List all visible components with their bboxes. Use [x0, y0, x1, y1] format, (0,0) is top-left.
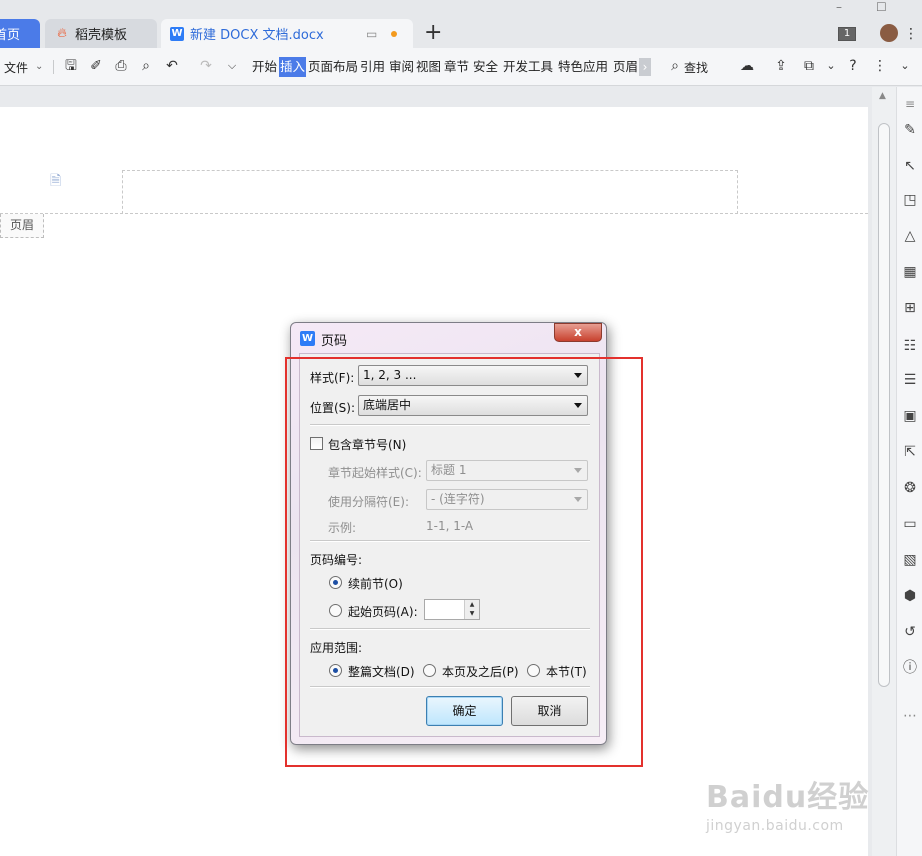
shapes-icon[interactable]: ◳	[901, 191, 919, 209]
tab-bar: 首页 🔥︎ 稻壳模板 W 新建 DOCX 文档.docx ▭ + – ☐ 1 ⋮	[0, 0, 922, 48]
tab-developer[interactable]: 开发工具	[503, 57, 553, 77]
history-icon[interactable]: ↺	[901, 623, 919, 641]
tab-special-apps[interactable]: 特色应用	[558, 57, 608, 77]
unsaved-dot-icon	[391, 31, 397, 37]
tab-template-label: 稻壳模板	[75, 28, 128, 43]
header-divider	[0, 213, 868, 214]
highlight-annotation	[285, 357, 643, 767]
text-style-icon[interactable]: △	[901, 227, 919, 245]
tab-review[interactable]: 审阅	[389, 57, 414, 77]
tab-template[interactable]: 🔥︎ 稻壳模板	[45, 19, 157, 48]
collapse-ribbon-icon[interactable]: ⌄	[897, 58, 913, 74]
more-icon[interactable]: ⋯	[901, 707, 919, 725]
sidebar-menu-icon[interactable]: ≡	[901, 95, 919, 113]
docer-flame-icon: 🔥︎	[57, 26, 67, 41]
avatar[interactable]	[880, 24, 898, 42]
shield-icon[interactable]: ⬢	[901, 587, 919, 605]
help-circle-icon[interactable]: ⓘ	[901, 659, 919, 677]
tab-document[interactable]: W 新建 DOCX 文档.docx ▭	[161, 19, 413, 48]
divider	[53, 60, 54, 74]
scrollbar-thumb[interactable]	[878, 123, 890, 687]
tab-document-label: 新建 DOCX 文档.docx	[190, 28, 324, 43]
more-icon[interactable]: ⋮	[904, 26, 918, 42]
archive-icon[interactable]: ▭	[901, 515, 919, 533]
help-icon[interactable]: ?	[845, 58, 861, 74]
adjust-icon[interactable]: ☰	[901, 371, 919, 389]
search-button[interactable]: 查找	[684, 59, 708, 76]
baidu-watermark: Baidu经验 jingyan.baidu.com	[706, 772, 869, 834]
cloud-sync-icon[interactable]: ☁	[739, 58, 755, 74]
tab-start[interactable]: 开始	[252, 57, 277, 77]
tab-view[interactable]: 视图	[416, 57, 441, 77]
watermark-main: Baidu经验	[706, 780, 870, 815]
maximize-button[interactable]: ☐	[876, 0, 887, 14]
ribbon-scroll-right-icon[interactable]: ›	[639, 58, 651, 76]
tab-chapter[interactable]: 章节	[444, 57, 469, 77]
chart-icon[interactable]: ☷	[901, 337, 919, 355]
close-button[interactable]: x	[554, 323, 602, 342]
file-menu[interactable]: 文件	[4, 59, 28, 76]
translate-icon[interactable]: ❂	[901, 479, 919, 497]
tab-security[interactable]: 安全	[473, 57, 498, 77]
wps-writer-icon: W	[300, 331, 315, 346]
redo-icon[interactable]: ↷	[198, 58, 214, 74]
header-label: 页眉	[0, 214, 44, 238]
dialog-title: 页码	[321, 334, 348, 349]
ribbon: 文件 ⌄ 🖫︎ ✐ ⎙ ⌕ ↶ ↷ ⌵ 开始 插入 页面布局 引用 审阅 视图 …	[0, 48, 922, 86]
tab-header[interactable]: 页眉	[613, 57, 638, 77]
tab-insert[interactable]: 插入	[279, 57, 307, 77]
header-area[interactable]	[122, 170, 738, 214]
monitor-icon[interactable]: ▭	[366, 27, 377, 41]
picture-icon[interactable]: ▧	[901, 551, 919, 569]
apps-grid-icon[interactable]: ⊞	[901, 299, 919, 317]
tab-page-layout[interactable]: 页面布局	[308, 57, 358, 77]
share-icon[interactable]: ⇪	[773, 58, 789, 74]
pen-icon[interactable]: ✎	[901, 121, 919, 139]
save-icon[interactable]: 🖫︎	[63, 58, 79, 74]
right-sidebar: ≡ ✎ ↖ ◳ △ ▦ ⊞ ☷ ☰ ▣ ⇱ ❂ ▭ ▧ ⬢ ↺ ⓘ ⋯	[896, 87, 922, 856]
document-options-icon[interactable]: 🗎︎	[50, 170, 61, 194]
table-icon[interactable]: ▦	[901, 263, 919, 281]
undo-icon[interactable]: ↶	[164, 58, 180, 74]
scroll-up-icon[interactable]: ▲	[879, 91, 886, 101]
image-gallery-icon[interactable]: ▣	[901, 407, 919, 425]
select-cursor-icon[interactable]: ↖	[901, 157, 919, 175]
export-icon[interactable]: ⇱	[901, 443, 919, 461]
quick-access-dropdown-icon[interactable]: ⌵	[224, 58, 240, 74]
tab-references[interactable]: 引用	[360, 57, 385, 77]
new-tab-button[interactable]: +	[424, 21, 442, 45]
minimize-button[interactable]: –	[836, 0, 842, 14]
chevron-down-icon[interactable]: ⌄	[823, 58, 839, 74]
tab-home[interactable]: 首页	[0, 19, 40, 48]
print-preview-icon[interactable]: ⌕	[138, 58, 154, 74]
print-icon[interactable]: ⎙	[113, 58, 129, 74]
wps-writer-icon: W	[170, 26, 184, 41]
collaborate-icon[interactable]: ⧉	[801, 58, 817, 74]
vertical-scrollbar[interactable]: ▲	[872, 87, 896, 856]
file-menu-chevron-icon[interactable]: ⌄	[35, 61, 43, 72]
format-painter-icon[interactable]: ✐	[88, 58, 104, 74]
more-options-icon[interactable]: ⋮	[872, 58, 888, 74]
watermark-sub: jingyan.baidu.com	[706, 818, 844, 834]
tab-home-label: 首页	[0, 28, 21, 43]
window-count-badge[interactable]: 1	[838, 27, 856, 41]
search-icon: ⌕	[671, 58, 679, 74]
